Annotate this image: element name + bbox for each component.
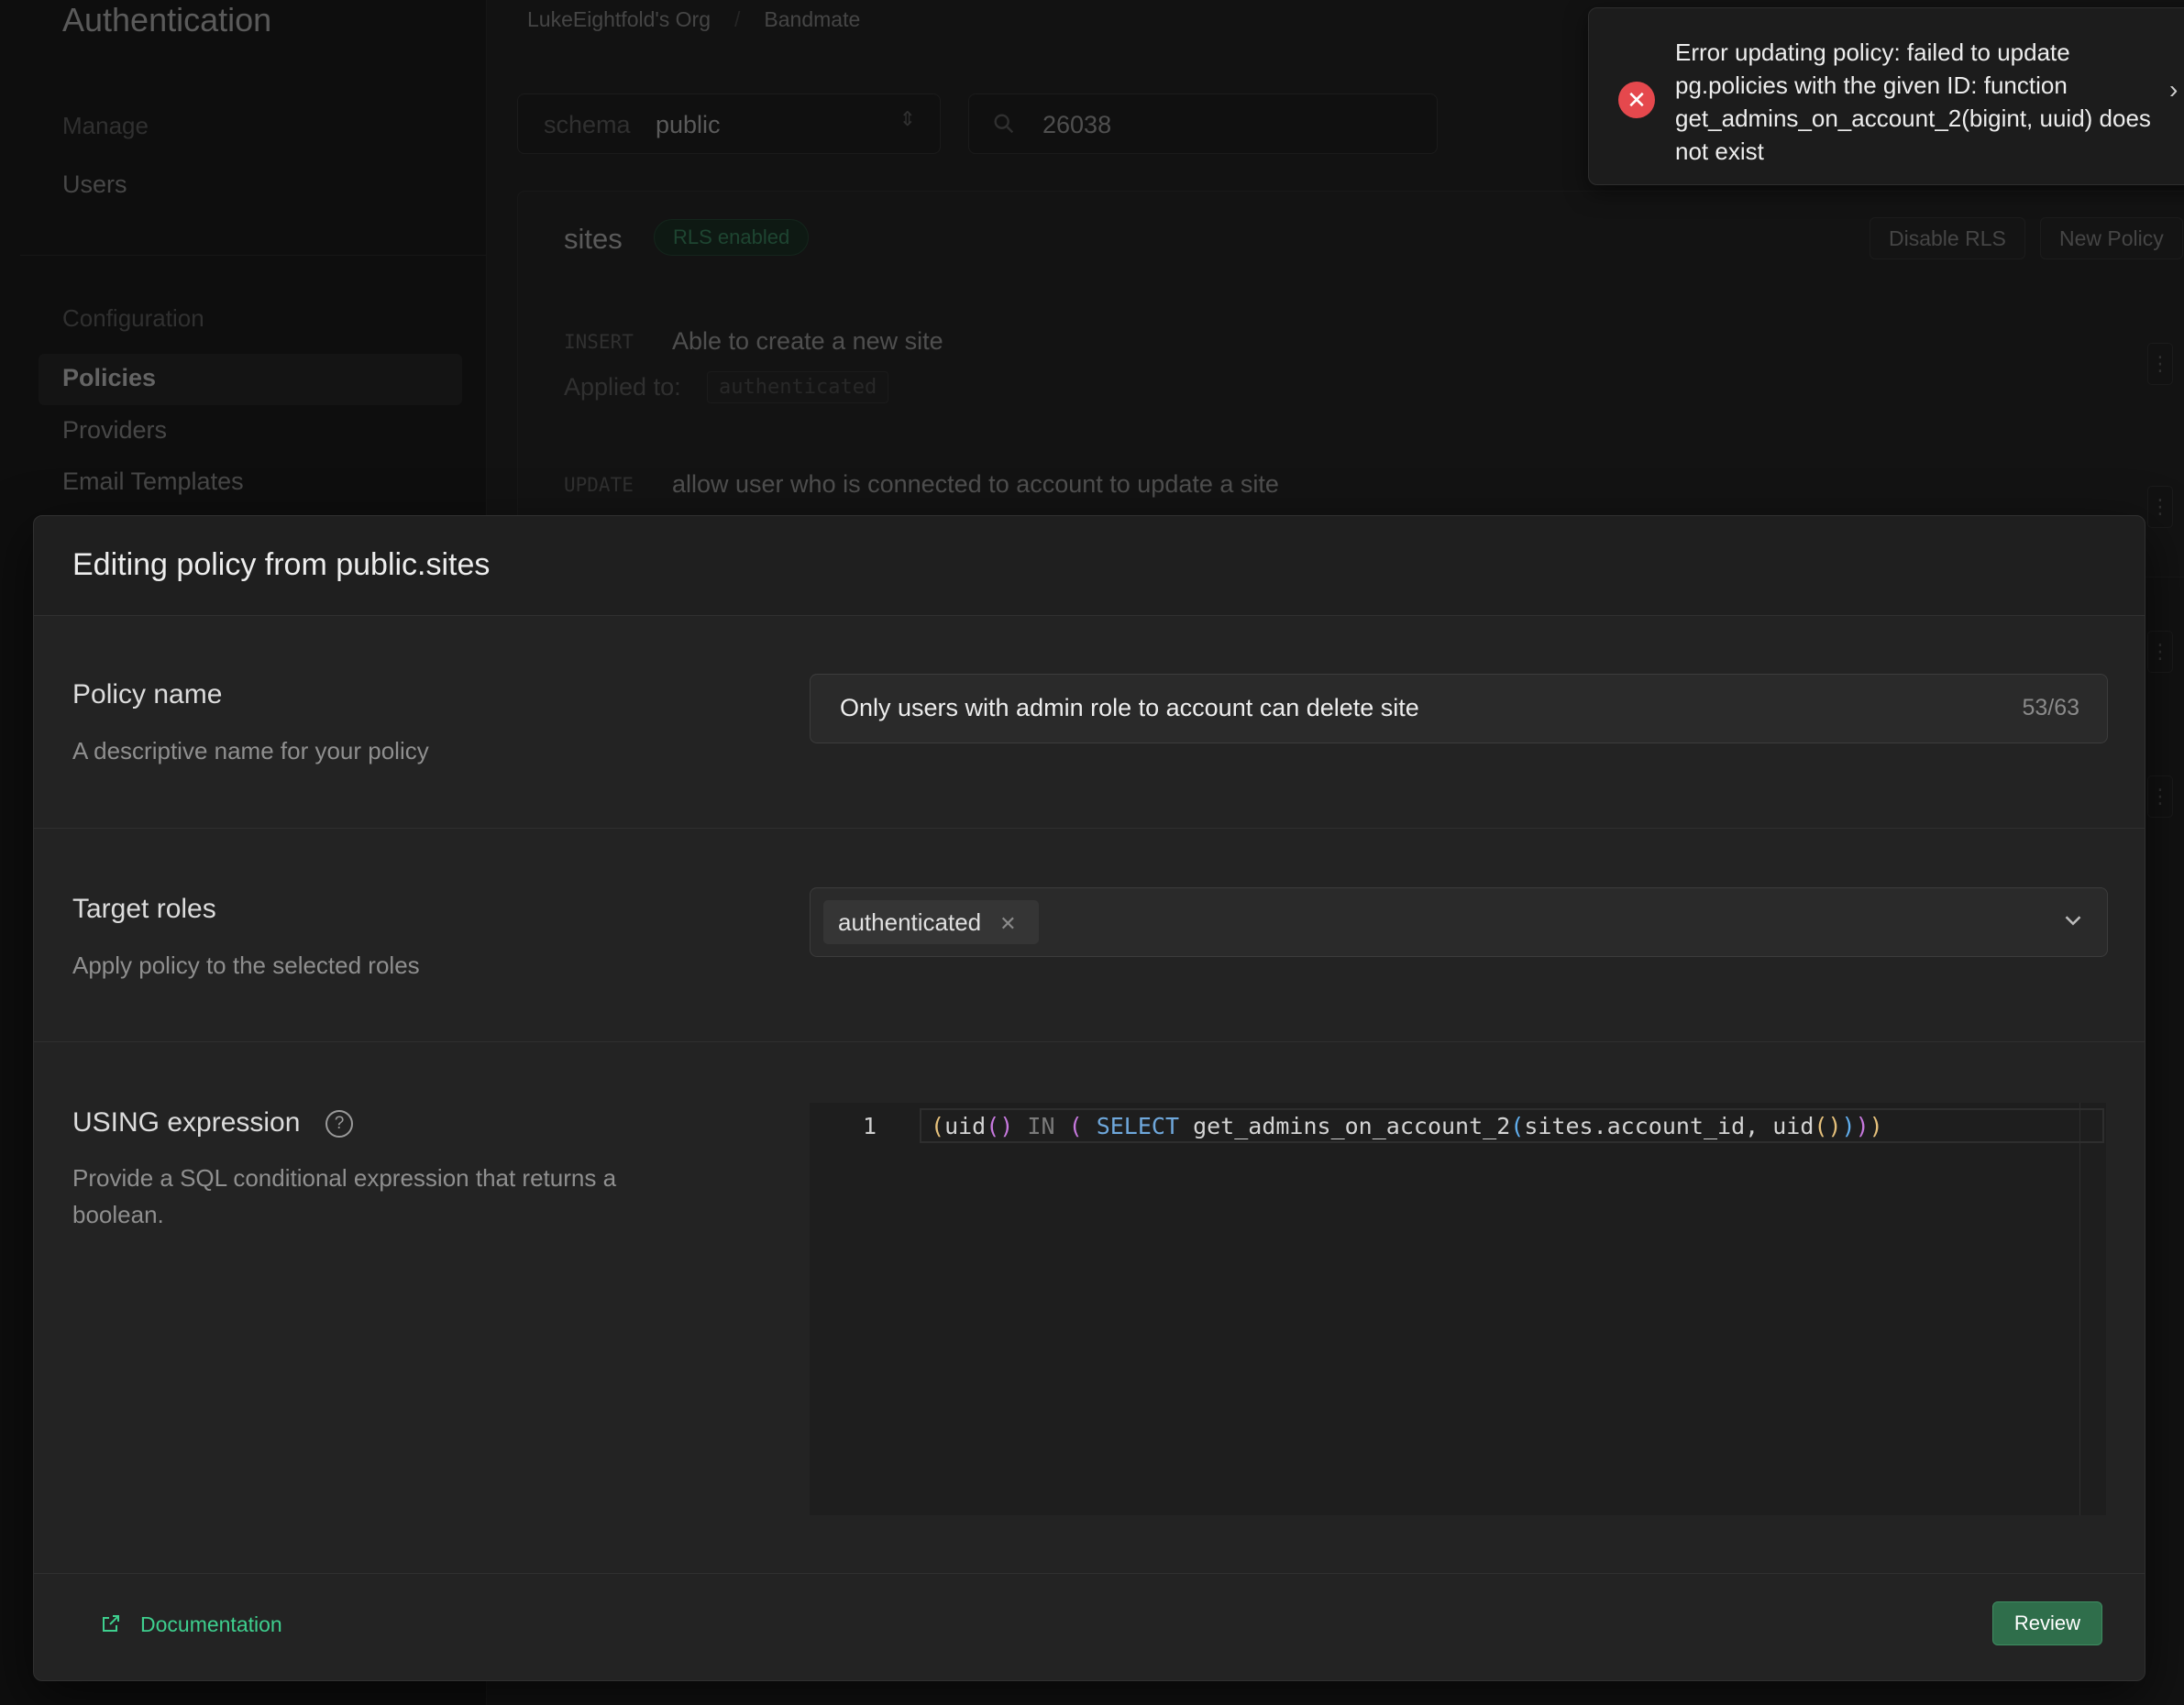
help-icon[interactable]: ? [325,1110,353,1138]
policy-name-label: Policy name [72,679,223,710]
code-line[interactable]: (uid() IN ( SELECT get_admins_on_account… [931,1113,1883,1139]
toast-message: Error updating policy: failed to update … [1675,38,2151,165]
error-x-icon: ✕ [1618,82,1655,118]
policy-name-input[interactable]: Only users with admin role to account ca… [810,674,2108,743]
modal-title: Editing policy from public.sites [72,547,491,582]
sql-code-editor[interactable]: 1 (uid() IN ( SELECT get_admins_on_accou… [810,1103,2106,1515]
edit-policy-modal: Editing policy from public.sites Policy … [33,515,2145,1681]
using-expression-description: Provide a SQL conditional expression tha… [72,1164,617,1228]
editor-scrollbar[interactable] [2079,1103,2080,1515]
chevron-down-icon[interactable] [2059,907,2087,939]
using-expression-label: USING expression [72,1107,301,1138]
modal-header: Editing policy from public.sites [34,516,2145,616]
section-divider [34,828,2145,829]
target-roles-label: Target roles [72,894,216,924]
policy-name-description: A descriptive name for your policy [72,737,429,764]
target-roles-select[interactable]: authenticated ✕ [810,887,2108,957]
documentation-link[interactable]: Documentation [140,1612,282,1637]
footer-divider [34,1573,2145,1574]
remove-role-icon[interactable]: ✕ [999,912,1016,935]
role-chip-authenticated: authenticated ✕ [823,900,1039,944]
section-divider [34,1041,2145,1042]
character-counter: 53/63 [2022,695,2079,720]
policy-name-value: Only users with admin role to account ca… [840,694,1419,721]
external-link-icon [100,1612,122,1639]
line-number: 1 [863,1113,877,1139]
toast-close-icon[interactable]: › [2169,77,2178,103]
review-button[interactable]: Review [1992,1601,2102,1645]
error-toast: ✕ Error updating policy: failed to updat… [1588,7,2184,185]
target-roles-description: Apply policy to the selected roles [72,952,420,979]
role-chip-label: authenticated [838,908,982,936]
